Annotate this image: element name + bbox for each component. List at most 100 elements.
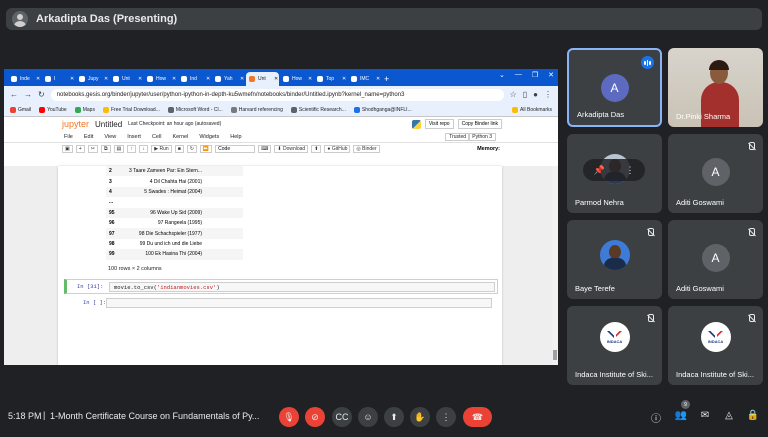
mic-toggle-button[interactable]: 🎙 (279, 407, 299, 427)
participant-tile[interactable]: A Aditi Goswami (668, 220, 763, 299)
star-icon[interactable]: ☆ (510, 90, 517, 99)
close-icon[interactable]: ✕ (36, 76, 40, 82)
chevron-down-icon[interactable]: ⌄ (499, 71, 505, 79)
bookmark-item[interactable]: Maps (74, 106, 95, 113)
more-options-button[interactable]: ⋮ (436, 407, 456, 427)
reload-icon[interactable]: ↻ (38, 90, 45, 99)
leave-call-button[interactable]: ☎ (463, 407, 492, 427)
move-up-icon[interactable]: ↑ (127, 144, 137, 153)
chat-icon[interactable]: ✉ (698, 410, 712, 421)
notebook-title[interactable]: Untitled (95, 120, 122, 129)
menu-kebab-icon[interactable]: ⋮ (544, 90, 552, 99)
stop-icon[interactable]: ■ (174, 144, 184, 153)
close-icon[interactable]: ✕ (274, 76, 278, 82)
host-controls-icon[interactable]: 🔒 (746, 410, 760, 421)
add-cell-icon[interactable]: + (75, 144, 85, 153)
code-cell-empty[interactable]: In [ ]: (64, 297, 498, 310)
browser-tab[interactable]: I ✕ (42, 72, 75, 86)
raise-hand-button[interactable]: ✋ (410, 407, 430, 427)
bookmark-item[interactable]: Harvard referencing (230, 106, 283, 113)
info-icon[interactable]: ⓘ (649, 410, 663, 425)
bookmark-item[interactable]: Free Trial Download... (102, 106, 160, 113)
close-icon[interactable]: ✕ (308, 76, 312, 82)
run-button[interactable]: ▶ Run (151, 144, 172, 153)
participant-tile[interactable]: Dr.Pinki Sharma (668, 48, 763, 127)
menu-cell[interactable]: Cell (152, 134, 161, 140)
jupyter-logo[interactable]: jupyter (62, 119, 89, 129)
code-input[interactable]: movie.to_csv('indianmovies.csv') (109, 282, 495, 292)
menu-view[interactable]: View (104, 134, 116, 140)
fast-forward-icon[interactable]: ⏩ (199, 144, 213, 153)
participant-tile[interactable]: INDACA Indaca Institute of Ski... (668, 306, 763, 385)
participant-tile[interactable]: A Arkadipta Das (567, 48, 662, 127)
copy-icon[interactable]: ⧉ (100, 144, 111, 153)
notebook-scrollbar[interactable] (552, 166, 558, 365)
browser-tab[interactable]: Top ✕ (314, 72, 347, 86)
browser-tab[interactable]: Inde ✕ (8, 72, 41, 86)
minimize-icon[interactable]: — (515, 71, 522, 79)
back-icon[interactable]: ← (10, 90, 18, 99)
forward-icon[interactable]: → (24, 90, 32, 99)
close-icon[interactable]: ✕ (138, 76, 142, 82)
participant-tile[interactable]: 📌 ⋮ Parmod Nehra (567, 134, 662, 213)
camera-toggle-button[interactable]: ⊘ (305, 407, 325, 427)
save-icon[interactable]: ▣ (62, 144, 73, 153)
participant-tile[interactable]: INDACA Indaca Institute of Ski... (567, 306, 662, 385)
menu-widgets[interactable]: Widgets (199, 134, 219, 140)
participant-tile[interactable]: Baye Terefe (567, 220, 662, 299)
visit-repo-button[interactable]: Visit repo (424, 119, 454, 129)
menu-kernel[interactable]: Kernel (172, 134, 188, 140)
keyboard-icon[interactable]: ⌨ (258, 144, 272, 153)
close-icon[interactable]: ✕ (240, 76, 244, 82)
restart-icon[interactable]: ↻ (186, 144, 197, 153)
browser-tab[interactable]: How ✕ (144, 72, 177, 86)
menu-help[interactable]: Help (230, 134, 241, 140)
close-icon[interactable]: ✕ (342, 76, 346, 82)
menu-insert[interactable]: Insert (127, 134, 141, 140)
browser-tab[interactable]: Unt ✕ (110, 72, 143, 86)
cell-type-select[interactable]: Code (215, 144, 256, 153)
bookmark-item[interactable]: YouTube (39, 106, 67, 113)
more-options-icon[interactable]: ⋮ (626, 165, 635, 176)
browser-tab[interactable]: Yah ✕ (212, 72, 245, 86)
bookmark-item[interactable]: Shodhganga@INFLI... (353, 106, 412, 113)
close-icon[interactable]: ✕ (376, 76, 380, 82)
address-bar[interactable]: notebooks.gesis.org/binder/jupyter/user/… (50, 88, 504, 101)
code-input-empty[interactable] (106, 298, 492, 308)
copy-binder-link-button[interactable]: Copy Binder link (457, 119, 502, 129)
pin-icon[interactable]: 📌 (593, 165, 604, 176)
close-window-icon[interactable]: ✕ (548, 71, 554, 79)
code-cell-active[interactable]: In [31]: movie.to_csv('indianmovies.csv'… (64, 279, 498, 294)
menu-file[interactable]: File (64, 134, 73, 140)
move-down-icon[interactable]: ↓ (139, 144, 149, 153)
close-icon[interactable]: ✕ (104, 76, 108, 82)
close-icon[interactable]: ✕ (172, 76, 176, 82)
binder-button[interactable]: ◎ Binder (353, 144, 380, 153)
people-icon[interactable]: 👥 (674, 410, 688, 421)
upload-icon[interactable]: ⬆ (311, 144, 322, 153)
browser-tab[interactable]: Ind ✕ (178, 72, 211, 86)
download-button[interactable]: ⬇ Download (274, 144, 309, 153)
bookmark-item[interactable]: Gmail (10, 106, 31, 113)
profile-icon[interactable]: ● (533, 90, 538, 99)
menu-edit[interactable]: Edit (84, 134, 93, 140)
all-bookmarks[interactable]: All Bookmarks (512, 106, 552, 113)
browser-tab-active[interactable]: Unt ✕ (246, 72, 279, 86)
side-panel-icon[interactable]: ▯ (523, 90, 527, 99)
participant-tile[interactable]: A Aditi Goswami (668, 134, 763, 213)
trusted-badge[interactable]: Trusted (445, 132, 470, 141)
maximize-icon[interactable]: ❐ (532, 71, 538, 79)
github-button[interactable]: ● GitHub (324, 144, 351, 153)
close-icon[interactable]: ✕ (70, 76, 74, 82)
activities-icon[interactable]: ◬ (722, 410, 736, 421)
captions-button[interactable]: CC (332, 407, 352, 427)
browser-tab[interactable]: How ✕ (280, 72, 313, 86)
cut-icon[interactable]: ✂ (87, 144, 98, 153)
paste-icon[interactable]: ▤ (113, 144, 125, 153)
new-tab-button[interactable]: + (384, 72, 389, 86)
browser-tab[interactable]: IMC ✕ (348, 72, 381, 86)
bookmark-item[interactable]: Microsoft Word - Cl... (167, 106, 223, 113)
present-button[interactable]: ⬆ (384, 407, 404, 427)
emoji-button[interactable]: ☺ (358, 407, 378, 427)
browser-tab[interactable]: Jupy ✕ (76, 72, 109, 86)
